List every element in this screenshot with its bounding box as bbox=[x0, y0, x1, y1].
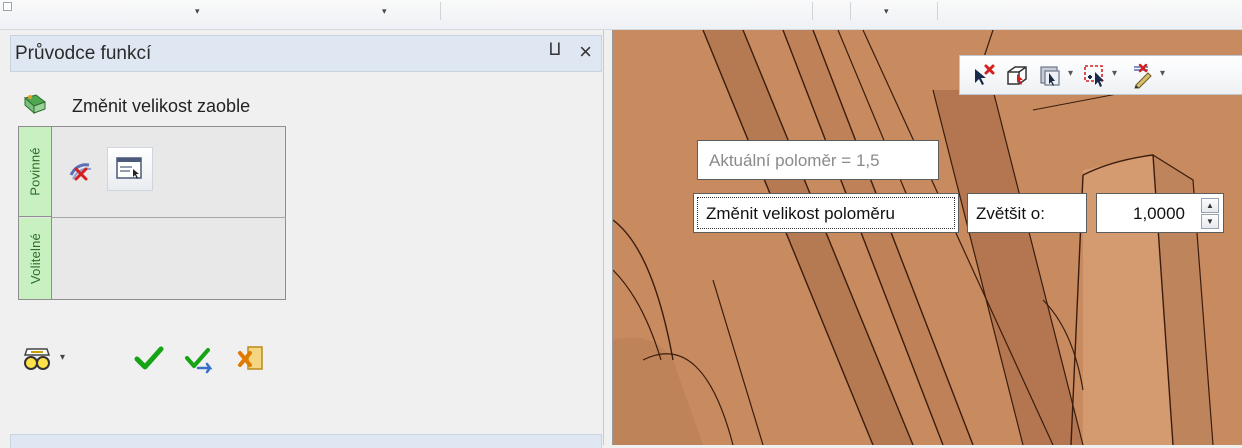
tab-optional-label: Volitelné bbox=[27, 233, 43, 284]
toolbar-dropdown-icon[interactable]: ▾ bbox=[884, 6, 889, 17]
add-selection-dropdown-icon[interactable]: ▾ bbox=[1112, 68, 1117, 79]
select-edge-icon[interactable] bbox=[67, 157, 95, 185]
increase-by-value[interactable]: 1,0000 bbox=[1133, 204, 1185, 224]
toolbar-separator bbox=[850, 2, 851, 20]
change-radius-label: Změnit velikost poloměru bbox=[697, 197, 955, 229]
steps-table: Povinné Volitelné bbox=[18, 126, 286, 300]
model-viewport[interactable]: ▾ ▾ ▾ Aktuální poloměr = 1,5 Změnit veli… bbox=[612, 30, 1242, 445]
command-label: Změnit velikost zaoble bbox=[72, 96, 251, 116]
tab-optional[interactable]: Volitelné bbox=[19, 218, 51, 299]
checkmark-icon[interactable] bbox=[134, 344, 164, 374]
spin-up-button[interactable]: ▲ bbox=[1201, 198, 1219, 213]
preview-dropdown-icon[interactable]: ▾ bbox=[60, 352, 65, 363]
toolbar-separator bbox=[440, 2, 441, 20]
panel-header: Průvodce funkcí ⨿ × bbox=[10, 35, 602, 72]
pin-icon[interactable]: ⨿ bbox=[549, 40, 561, 60]
row-divider bbox=[52, 217, 286, 218]
tab-required[interactable]: Povinné bbox=[19, 127, 51, 217]
dialog-option-icon bbox=[116, 157, 142, 179]
add-to-selection-icon[interactable] bbox=[1082, 63, 1108, 89]
view-selection-toolbar: ▾ ▾ ▾ bbox=[959, 55, 1242, 95]
feature-guide-panel: Průvodce funkcí ⨿ × Změnit velikost zaob… bbox=[0, 30, 604, 448]
command-row: Změnit velikost zaoble bbox=[20, 90, 290, 122]
dialog-option-button[interactable] bbox=[107, 147, 153, 191]
fillet-resize-icon bbox=[23, 94, 47, 115]
next-panel-header bbox=[10, 434, 602, 448]
action-row: ▾ bbox=[22, 344, 302, 374]
toolbar-dropdown-icon[interactable]: ▾ bbox=[382, 6, 387, 17]
toolbar-separator bbox=[812, 2, 813, 20]
apply-icon[interactable] bbox=[184, 344, 214, 374]
increase-by-stepper[interactable]: 1,0000 ▲ ▼ bbox=[1096, 193, 1224, 233]
tab-strip: Povinné Volitelné bbox=[19, 127, 52, 299]
box-select-icon[interactable] bbox=[1004, 63, 1030, 89]
selection-filter-icon[interactable] bbox=[1038, 63, 1064, 89]
spin-down-button[interactable]: ▼ bbox=[1201, 214, 1219, 229]
toolbar-corner-box bbox=[3, 2, 12, 11]
preview-glasses-icon[interactable] bbox=[22, 344, 52, 374]
change-radius-button[interactable]: Změnit velikost poloměru bbox=[693, 193, 959, 233]
filter-edit-dropdown-icon[interactable]: ▾ bbox=[1160, 68, 1165, 79]
close-icon[interactable]: × bbox=[579, 39, 592, 65]
current-radius-readout: Aktuální poloměr = 1,5 bbox=[697, 140, 939, 180]
toolbar-separator bbox=[937, 2, 938, 20]
tab-required-label: Povinné bbox=[27, 147, 43, 196]
top-toolbar-strip: ▾ ▾ ▾ bbox=[0, 0, 1242, 30]
increase-by-label: Zvětšit o: bbox=[967, 193, 1087, 233]
toolbar-dropdown-icon[interactable]: ▾ bbox=[195, 6, 200, 17]
selection-filter-dropdown-icon[interactable]: ▾ bbox=[1068, 68, 1073, 79]
filter-edit-icon[interactable] bbox=[1130, 63, 1156, 89]
deselect-icon[interactable] bbox=[970, 63, 996, 89]
panel-title: Průvodce funkcí bbox=[15, 43, 152, 64]
cancel-icon[interactable] bbox=[236, 344, 266, 374]
